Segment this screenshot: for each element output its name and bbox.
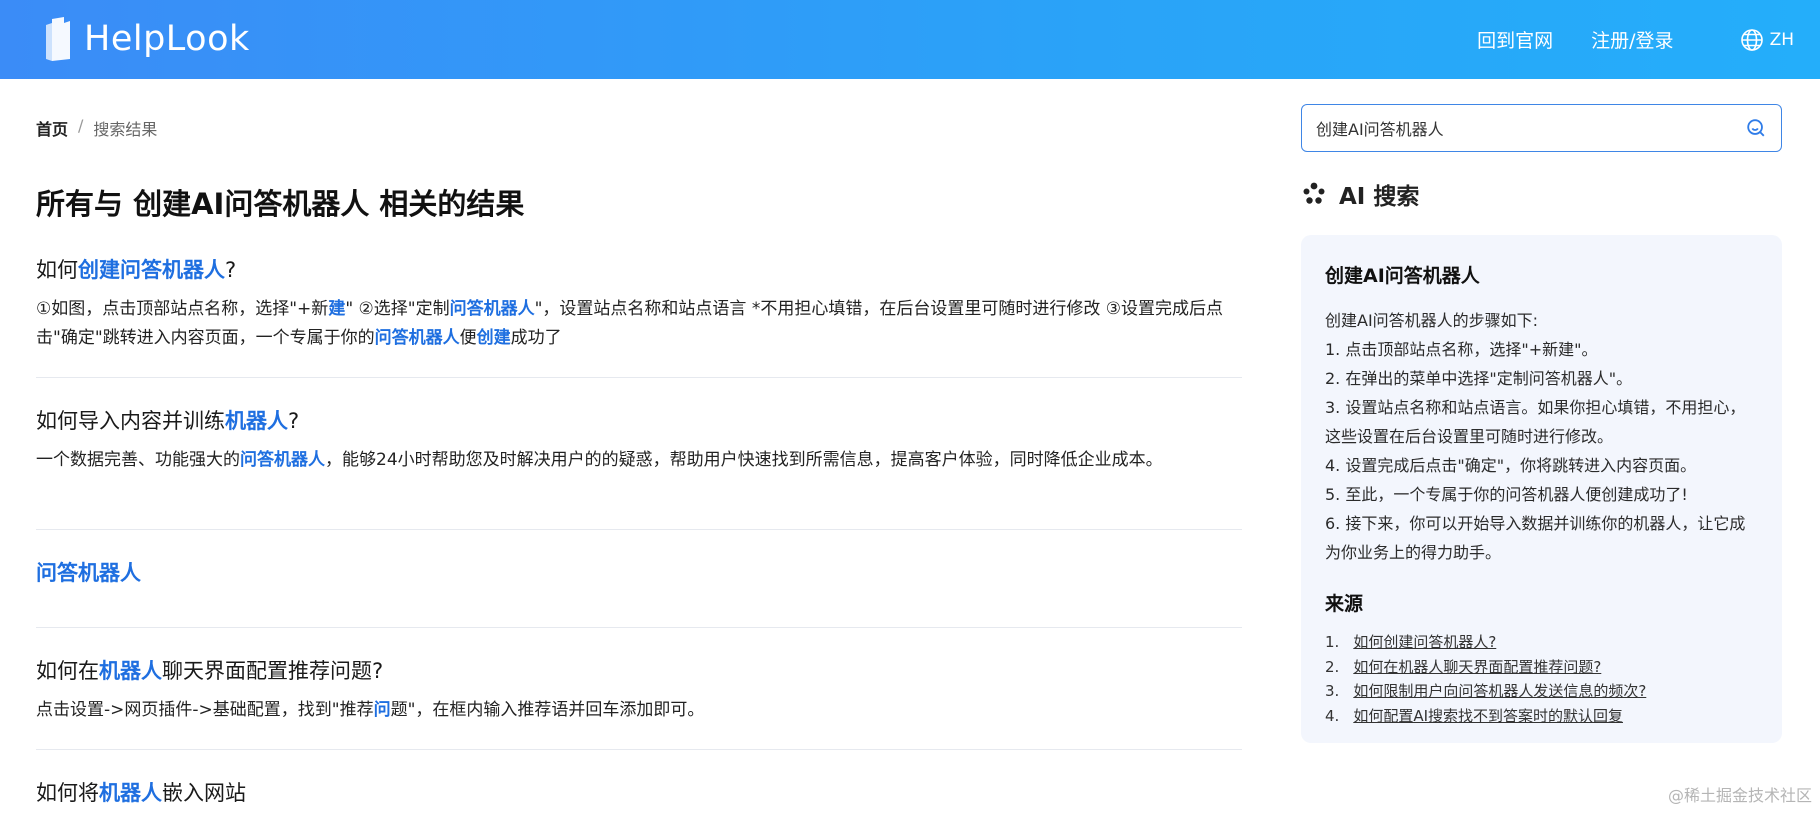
ai-search-title: AI 搜索 (1339, 184, 1420, 210)
text-segment: 如何在 (36, 659, 99, 683)
search-icon[interactable] (1745, 117, 1767, 139)
highlighted-term: 问答机器人 (449, 299, 535, 319)
text-segment: " ②选择"定制 (345, 299, 450, 319)
highlighted-term: 机器人 (99, 659, 162, 683)
ai-answer-card: 创建AI问答机器人 创建AI问答机器人的步骤如下: 1. 点击顶部站点名称，选择… (1301, 235, 1782, 743)
result-divider (36, 529, 1242, 530)
ai-answer-line: 3. 设置站点名称和站点语言。如果你担心填错，不用担心，这些设置在后台设置里可随… (1325, 398, 1746, 446)
highlighted-term: 机器人 (225, 409, 288, 433)
sources-title: 来源 (1325, 593, 1364, 615)
source-number: 4. (1325, 706, 1340, 725)
highlighted-term: 问答机器人 (240, 450, 325, 470)
ai-answer-line: 2. 在弹出的菜单中选择"定制问答机器人"。 (1325, 369, 1633, 388)
source-link[interactable]: 如何限制用户向问答机器人发送信息的频次? (1353, 679, 1646, 704)
page-title: 所有与 创建AI问答机器人 相关的结果 (36, 187, 525, 221)
text-segment: 聊天界面配置推荐问题? (162, 659, 384, 683)
result-snippet: 点击设置->网页插件->基础配置，找到"推荐问题"，在框内输入推荐语并回车添加即… (36, 696, 1242, 725)
text-segment: 一个数据完善、功能强大的 (36, 450, 240, 470)
ai-answer-line: 6. 接下来，你可以开始导入数据并训练你的机器人，让它成为你业务上的得力助手。 (1325, 514, 1746, 562)
ai-answer-line: 1. 点击顶部站点名称，选择"+新建"。 (1325, 340, 1598, 359)
watermark: @稀土掘金技术社区 (1667, 786, 1812, 805)
result-snippet: ①如图，点击顶部站点名称，选择"+新建" ②选择"定制问答机器人"，设置站点名称… (36, 295, 1242, 353)
ai-answer-title: 创建AI问答机器人 (1325, 265, 1480, 287)
source-link[interactable]: 如何创建问答机器人? (1353, 630, 1496, 655)
result-title[interactable]: 问答机器人 (36, 557, 1242, 587)
source-item: 4. 如何配置AI搜索找不到答案时的默认回复 (1325, 704, 1758, 729)
globe-icon (1740, 28, 1763, 51)
ai-search-heading: AI 搜索 (1301, 177, 1419, 211)
search-result-item[interactable]: 如何导入内容并训练机器人? 一个数据完善、功能强大的问答机器人，能够24小时帮助… (36, 405, 1242, 475)
nav-back-to-site[interactable]: 回到官网 (1477, 26, 1553, 53)
source-item: 1. 如何创建问答机器人? (1325, 630, 1758, 655)
highlighted-term: 问 (373, 700, 391, 720)
source-number: 3. (1325, 682, 1340, 700)
ai-answer-line: 4. 设置完成后点击"确定"，你将跳转进入内容页面。 (1325, 456, 1697, 475)
search-box[interactable] (1301, 104, 1782, 152)
highlighted-term: 建 (328, 299, 346, 319)
ai-answer-line: 创建AI问答机器人的步骤如下: (1325, 311, 1539, 330)
text-segment: ? (288, 409, 300, 433)
highlighted-term: 机器人 (99, 781, 162, 805)
top-nav: 回到官网 注册/登录 ZH (1477, 0, 1794, 79)
source-link[interactable]: 如何在机器人聊天界面配置推荐问题? (1353, 655, 1601, 680)
text-segment: 题"，在框内输入推荐语并回车添加即可。 (390, 700, 705, 720)
text-segment: 成功了 (510, 328, 562, 348)
highlighted-term: 创建 (476, 328, 511, 348)
sparkle-icon (1303, 182, 1325, 204)
text-segment: 点击设置->网页插件->基础配置，找到"推荐 (36, 700, 374, 720)
text-segment: ①如图，点击顶部站点名称，选择"+新 (36, 299, 329, 319)
ai-answer-body: 创建AI问答机器人的步骤如下: 1. 点击顶部站点名称，选择"+新建"。 2. … (1325, 306, 1758, 567)
result-title[interactable]: 如何导入内容并训练机器人? (36, 405, 1242, 435)
text-segment: 便 (459, 328, 477, 348)
search-result-item[interactable]: 问答机器人 (36, 557, 1242, 587)
result-title[interactable]: 如何将机器人嵌入网站 (36, 777, 1242, 807)
result-divider (36, 377, 1242, 378)
text-segment: ，能够24小时帮助您及时解决用户的的疑惑，帮助用户快速找到所需信息，提高客户体验… (325, 450, 1163, 470)
ai-answer-line: 5. 至此，一个专属于你的问答机器人便创建成功了! (1325, 485, 1688, 504)
language-switcher[interactable]: ZH (1740, 28, 1794, 52)
top-header: HelpLook 回到官网 注册/登录 ZH (0, 0, 1820, 79)
highlighted-term: 创建问答机器人 (78, 258, 225, 282)
result-snippet: 一个数据完善、功能强大的问答机器人，能够24小时帮助您及时解决用户的的疑惑，帮助… (36, 446, 1242, 475)
highlighted-term: 问答机器人 (374, 328, 460, 348)
search-result-item[interactable]: 如何在机器人聊天界面配置推荐问题? 点击设置->网页插件->基础配置，找到"推荐… (36, 655, 1242, 725)
result-divider (36, 749, 1242, 750)
breadcrumb: 首页 / 搜索结果 (36, 116, 157, 140)
nav-register-login[interactable]: 注册/登录 (1591, 26, 1673, 53)
source-number: 1. (1325, 633, 1340, 651)
text-segment: 如何 (36, 258, 78, 282)
breadcrumb-current: 搜索结果 (93, 120, 158, 139)
search-input[interactable] (1316, 118, 1745, 138)
source-number: 2. (1325, 657, 1340, 676)
source-item: 3. 如何限制用户向问答机器人发送信息的频次? (1325, 679, 1758, 704)
highlighted-term: 问答机器人 (36, 561, 141, 585)
result-title[interactable]: 如何创建问答机器人? (36, 254, 1242, 284)
search-result-item[interactable]: 如何将机器人嵌入网站 (36, 777, 1242, 807)
sources-list: 1. 如何创建问答机器人? 2. 如何在机器人聊天界面配置推荐问题? 3. 如何限制用… (1325, 630, 1758, 728)
breadcrumb-home[interactable]: 首页 (36, 116, 68, 140)
result-divider (36, 627, 1242, 628)
text-segment: ? (225, 258, 237, 282)
language-code: ZH (1769, 29, 1794, 50)
source-item: 2. 如何在机器人聊天界面配置推荐问题? (1325, 655, 1758, 680)
helplook-logo[interactable]: HelpLook (46, 14, 250, 64)
search-result-item[interactable]: 如何创建问答机器人? ①如图，点击顶部站点名称，选择"+新建" ②选择"定制问答… (36, 254, 1242, 353)
source-link[interactable]: 如何配置AI搜索找不到答案时的默认回复 (1353, 704, 1623, 729)
book-logo-icon (46, 17, 70, 61)
text-segment: 如何将 (36, 781, 99, 805)
text-segment: 嵌入网站 (162, 781, 246, 805)
result-title[interactable]: 如何在机器人聊天界面配置推荐问题? (36, 655, 1242, 685)
breadcrumb-separator: / (78, 116, 84, 135)
brand-name: HelpLook (84, 19, 250, 59)
text-segment: 如何导入内容并训练 (36, 409, 225, 433)
